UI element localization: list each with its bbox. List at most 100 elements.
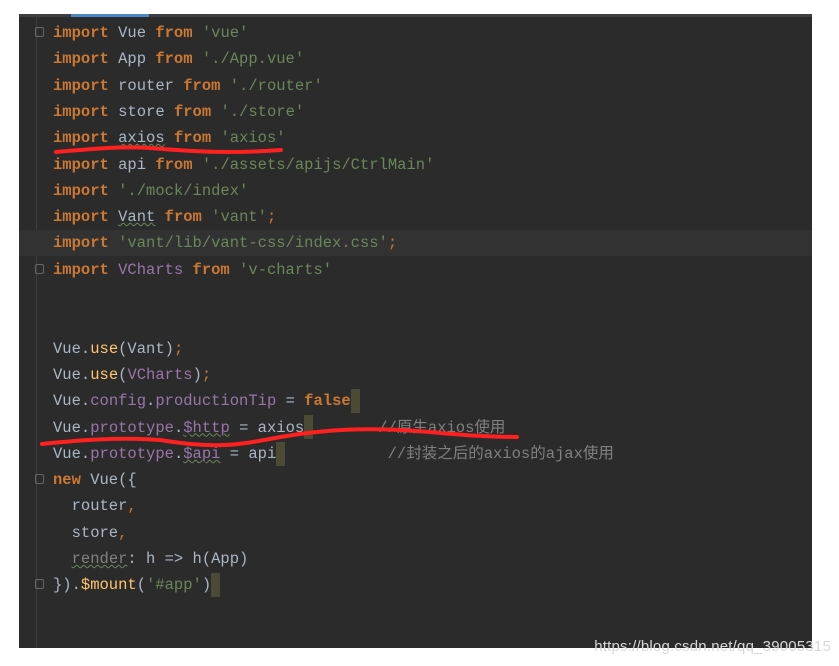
code-token: VCharts <box>108 260 193 279</box>
code-line[interactable]: Vue.config.productionTip = false <box>19 388 812 414</box>
code-text: import './mock/index' <box>53 178 248 204</box>
code-line[interactable]: new Vue({ <box>19 467 812 493</box>
code-line[interactable]: import App from './App.vue' <box>19 46 812 72</box>
code-text: }).$mount('#app') <box>53 572 221 598</box>
selection-highlight <box>304 415 314 440</box>
code-token: ; <box>267 208 277 227</box>
code-token: import <box>53 76 109 95</box>
code-token: . <box>173 418 184 437</box>
code-token: Vue. <box>53 444 91 463</box>
code-token: import <box>53 260 109 279</box>
code-token: 'axios' <box>211 129 286 148</box>
code-token: from <box>155 50 193 69</box>
code-token: prototype <box>90 418 174 437</box>
code-line[interactable]: router, <box>19 493 812 519</box>
code-line[interactable]: import api from './assets/apijs/CtrlMain… <box>19 152 812 178</box>
code-token: use <box>90 365 119 384</box>
code-token: //原生axios使用 <box>313 418 506 437</box>
code-line[interactable]: render: h => h(App) <box>19 546 812 572</box>
code-line[interactable]: import store from './store' <box>19 99 812 125</box>
code-text: import store from './store' <box>53 99 304 125</box>
code-token: ; <box>387 234 398 253</box>
code-text: Vue.use(Vant); <box>53 336 183 362</box>
fold-toggle-icon[interactable] <box>35 579 44 590</box>
code-token: 'v-charts' <box>229 260 333 279</box>
code-token: './router' <box>220 76 323 95</box>
code-text: store, <box>53 520 128 546</box>
code-line[interactable]: import router from './router' <box>19 73 812 99</box>
code-line[interactable]: store, <box>19 520 812 546</box>
code-line[interactable]: import './mock/index' <box>19 178 812 204</box>
code-text: import App from './App.vue' <box>53 46 304 72</box>
code-text: import Vue from 'vue' <box>53 20 248 46</box>
code-token: import <box>53 155 109 174</box>
code-token: Vue. <box>53 418 91 437</box>
code-token: store <box>53 523 119 542</box>
code-token: ; <box>201 365 212 384</box>
code-line[interactable]: import Vant from 'vant'; <box>19 204 812 230</box>
code-text: import api from './assets/apijs/CtrlMain… <box>53 152 434 178</box>
code-line[interactable]: Vue.use(VCharts); <box>19 362 812 388</box>
code-token: import <box>53 50 109 69</box>
code-token: use <box>90 339 119 358</box>
code-text: Vue.prototype.$http = axios //原生axios使用 <box>53 415 505 441</box>
code-token: './App.vue' <box>192 50 305 69</box>
code-token: //封装之后的axios的ajax使用 <box>285 444 614 463</box>
code-text: import axios from 'axios' <box>53 125 286 151</box>
code-line[interactable]: Vue.use(Vant); <box>19 336 812 362</box>
code-text: Vue.config.productionTip = false <box>53 388 360 414</box>
editor-tab-bar <box>19 14 812 17</box>
code-token: Vue. <box>53 392 91 411</box>
code-token: import <box>53 129 109 148</box>
code-text: Vue.use(VCharts); <box>53 362 211 388</box>
code-token: from <box>155 24 193 42</box>
code-line[interactable]: import 'vant/lib/vant-css/index.css'; <box>19 230 812 257</box>
code-text: new Vue({ <box>53 467 137 493</box>
code-token: false <box>304 392 351 411</box>
code-token: App <box>108 50 156 69</box>
code-token: ) <box>192 365 202 384</box>
code-text: import 'vant/lib/vant-css/index.css'; <box>53 230 397 256</box>
code-token: , <box>127 497 137 516</box>
code-token: Vant <box>118 208 156 227</box>
code-token: from <box>164 208 202 227</box>
code-token: '#app' <box>146 576 202 595</box>
code-line[interactable] <box>19 283 812 309</box>
code-text: import Vant from 'vant'; <box>53 204 276 230</box>
code-token: (Vant) <box>118 339 174 358</box>
code-token: $api <box>183 444 221 463</box>
code-line[interactable]: import axios from 'axios' <box>19 125 812 151</box>
active-tab-indicator[interactable] <box>71 14 149 17</box>
code-token: import <box>53 24 109 42</box>
code-token: VCharts <box>127 365 193 384</box>
code-line[interactable] <box>19 309 812 335</box>
code-token: api <box>108 155 156 174</box>
code-line[interactable]: import VCharts from 'v-charts' <box>19 257 812 283</box>
code-token: . <box>173 444 184 463</box>
code-token: Vue <box>108 24 156 42</box>
code-editor[interactable]: import Vue from 'vue' import App from './… <box>19 14 812 648</box>
code-token: axios <box>118 129 165 148</box>
fold-toggle-icon[interactable] <box>35 27 44 37</box>
code-token: $mount <box>80 576 137 595</box>
code-line[interactable]: Vue.prototype.$api = api //封装之后的axios的aj… <box>19 441 812 467</box>
code-text: import VCharts from 'v-charts' <box>53 257 332 283</box>
code-token: import <box>53 102 109 121</box>
code-token: Vue. <box>53 365 91 384</box>
code-token: 'vant' <box>201 208 267 227</box>
code-line[interactable]: Vue.prototype.$http = axios //原生axios使用 <box>19 415 812 441</box>
code-token: $http <box>183 418 230 437</box>
code-token: . <box>146 392 156 411</box>
code-token: new <box>53 471 81 490</box>
code-line[interactable]: }).$mount('#app') <box>19 572 812 598</box>
fold-toggle-icon[interactable] <box>35 474 44 485</box>
code-token: router <box>108 76 184 95</box>
code-token: from <box>155 155 193 174</box>
fold-toggle-icon[interactable] <box>35 263 44 274</box>
code-line[interactable]: import Vue from 'vue' <box>19 20 812 46</box>
code-token: store <box>108 102 174 121</box>
code-token: './store' <box>211 102 305 121</box>
code-token: Vue. <box>53 339 91 358</box>
code-token: from <box>173 102 212 121</box>
